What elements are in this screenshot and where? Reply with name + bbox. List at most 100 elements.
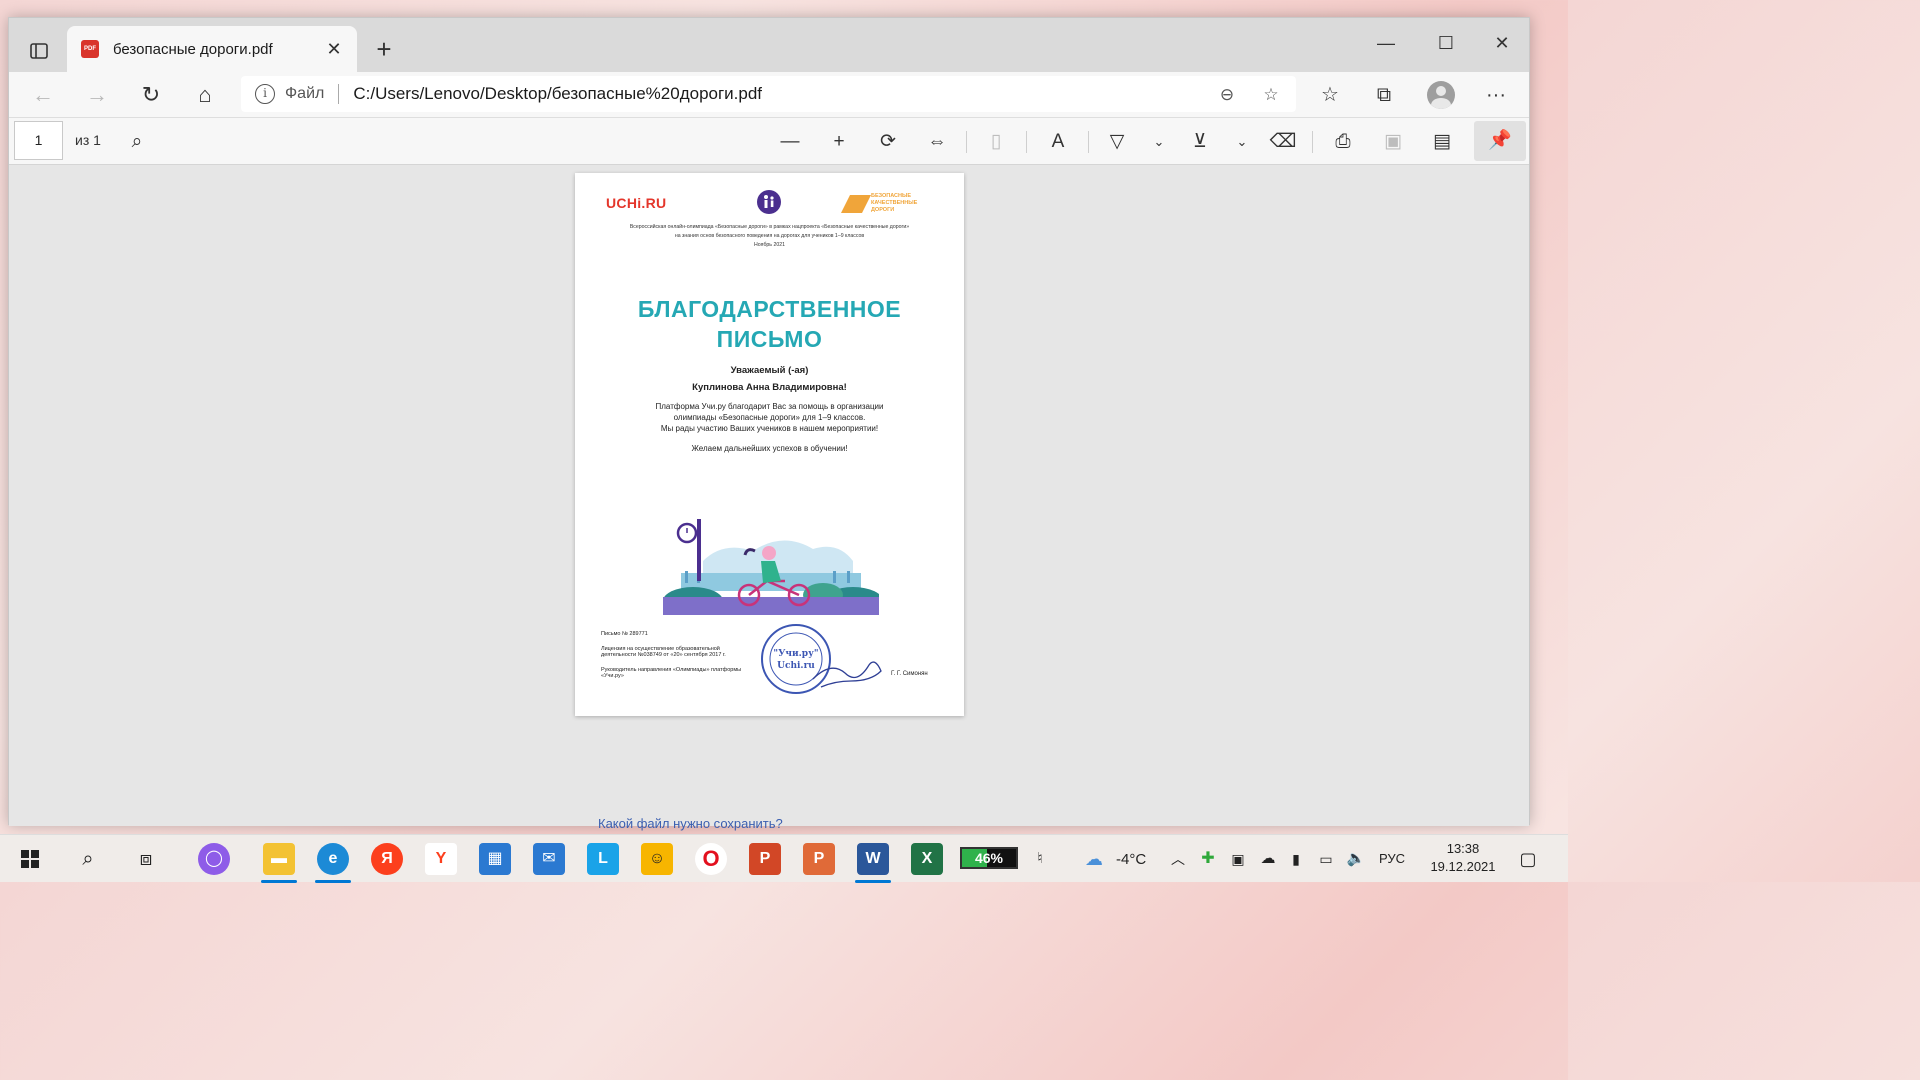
license-text: Лицензия на осуществление образовательно…: [601, 645, 726, 659]
draw-icon[interactable]: ▽: [1101, 126, 1133, 158]
zoom-out-icon[interactable]: ⊖: [1213, 82, 1241, 108]
add-favorite-icon[interactable]: ☆: [1257, 82, 1285, 108]
address-field[interactable]: i Файл C:/Users/Lenovo/Desktop/безопасны…: [241, 76, 1296, 112]
home-button[interactable]: ⌂: [187, 78, 223, 112]
mail-icon[interactable]: ✉: [533, 843, 565, 875]
fit-to-page-icon[interactable]: ⇔: [921, 126, 953, 158]
back-button[interactable]: ←: [25, 78, 61, 112]
store-icon[interactable]: ▦: [479, 843, 511, 875]
search-icon[interactable]: ⌕: [72, 843, 104, 875]
active-indicator: [855, 880, 891, 883]
letter-body: Платформа Учи.ру благодарит Вас за помощ…: [655, 402, 884, 433]
recipient-name: Куплинова Анна Владимировна!: [692, 382, 847, 393]
page-view-icon[interactable]: ▯: [980, 126, 1012, 158]
battery-percent: 46%: [974, 850, 1004, 866]
search-icon[interactable]: ⌕: [121, 126, 153, 158]
print-icon[interactable]: ⎙: [1327, 126, 1359, 158]
zoom-in-button[interactable]: +: [823, 126, 855, 158]
weather-temp[interactable]: -4°C: [1116, 851, 1146, 868]
save-icon[interactable]: ▣: [1377, 126, 1409, 158]
start-button[interactable]: [14, 843, 46, 875]
forward-button[interactable]: →: [79, 78, 115, 112]
salutation: Уважаемый (-ая) Куплинова Анна Владимиро…: [595, 362, 944, 396]
letter-wish: Желаем дальнейших успехов в обучении!: [691, 444, 848, 453]
background-page-snippet: Какой файл нужно сохранить?: [598, 816, 783, 831]
close-window-button[interactable]: ✕: [1477, 28, 1527, 58]
new-tab-button[interactable]: +: [369, 34, 399, 64]
volume-icon[interactable]: 🔈: [1340, 843, 1372, 875]
battery-tray-icon[interactable]: ▭: [1310, 843, 1342, 875]
yandex-icon[interactable]: Я: [371, 843, 403, 875]
games-icon[interactable]: ☺: [641, 843, 673, 875]
active-indicator: [315, 880, 351, 883]
signer-name: Г. Г. Симонян: [891, 671, 928, 677]
save-as-icon[interactable]: ▤: [1426, 126, 1458, 158]
presentation-icon[interactable]: P: [803, 843, 835, 875]
page-number-input[interactable]: 1: [14, 121, 63, 160]
info-icon[interactable]: i: [255, 84, 275, 104]
mic-tray-icon[interactable]: ▮: [1280, 843, 1312, 875]
read-aloud-icon[interactable]: A: [1042, 126, 1074, 158]
camera-icon[interactable]: ▣: [1222, 843, 1254, 875]
task-view-icon[interactable]: ⧈: [130, 843, 162, 875]
letter-header: Всероссийская онлайн-олимпиада «Безопасн…: [629, 224, 910, 248]
profile-avatar[interactable]: [1427, 81, 1455, 109]
notifications-icon[interactable]: ▢: [1512, 843, 1544, 875]
uchi-logo: UCHi.RU: [606, 195, 667, 211]
microphone-icon[interactable]: ♮: [1024, 843, 1056, 875]
rotate-icon[interactable]: ⟳: [872, 126, 904, 158]
excel-icon[interactable]: X: [911, 843, 943, 875]
signer-position: Руководитель направления «Олимпиады» пла…: [601, 666, 742, 680]
browser-window: PDF безопасные дороги.pdf ✕ + — ☐ ✕ ← → …: [8, 17, 1530, 826]
pin-toolbar-button[interactable]: 📌: [1474, 121, 1526, 161]
chevron-down-icon[interactable]: ⌄: [1143, 126, 1175, 158]
battery-widget[interactable]: 46%: [960, 847, 1018, 869]
edge-icon[interactable]: e: [317, 843, 349, 875]
letter-title: БЛАГОДАРСТВЕННОЕ ПИСЬМО: [637, 296, 902, 352]
antivirus-icon[interactable]: ✚: [1192, 843, 1224, 875]
clock-time: 13:38: [1446, 841, 1480, 856]
word-icon[interactable]: W: [857, 843, 889, 875]
alice-icon[interactable]: ◯: [198, 843, 230, 875]
weather-icon[interactable]: ☁: [1078, 843, 1110, 875]
tab-title: безопасные дороги.pdf: [113, 40, 273, 58]
address-bar-row: ← → ↻ ⌂ i Файл C:/Users/Lenovo/Desktop/б…: [9, 72, 1529, 118]
collections-icon[interactable]: ⧉: [1367, 78, 1401, 112]
chevron-up-icon[interactable]: ︿: [1162, 843, 1194, 875]
tab-active[interactable]: PDF безопасные дороги.pdf ✕: [67, 26, 357, 72]
chevron-down-icon[interactable]: ⌄: [1226, 126, 1258, 158]
maximize-button[interactable]: ☐: [1421, 28, 1471, 58]
pdf-toolbar: 1 из 1 ⌕ — + ⟳ ⇔ ▯ A ▽ ⌄ ⊻ ⌄ ⌫ ⎙ ▣ ▤ 📌: [9, 118, 1529, 165]
address-divider: [338, 84, 340, 104]
signature: [812, 661, 882, 688]
favorites-icon[interactable]: ☆: [1313, 78, 1347, 112]
tab-actions-icon: [30, 43, 48, 59]
highlight-icon[interactable]: ⊻: [1184, 126, 1216, 158]
olympiad-logo: [757, 190, 781, 214]
language-indicator[interactable]: РУС: [1379, 851, 1405, 866]
tab-bar: PDF безопасные дороги.pdf ✕ + — ☐ ✕: [9, 18, 1529, 72]
toolbar-divider: [1088, 131, 1089, 153]
toolbar-divider: [1312, 131, 1313, 153]
opera-icon[interactable]: O: [695, 843, 727, 875]
yandex-browser-icon[interactable]: Y: [425, 843, 457, 875]
clock-date: 19.12.2021: [1430, 859, 1496, 874]
letter-footer: Письмо № 289771 Лицензия на осуществлени…: [601, 631, 746, 688]
powerpoint-icon[interactable]: P: [749, 843, 781, 875]
file-explorer-icon[interactable]: ▬: [263, 843, 295, 875]
eraser-icon[interactable]: ⌫: [1267, 126, 1299, 158]
minimize-button[interactable]: —: [1361, 28, 1411, 58]
clock[interactable]: 13:38 19.12.2021: [1418, 840, 1508, 876]
refresh-button[interactable]: ↻: [133, 78, 169, 112]
toolbar-divider: [966, 131, 967, 153]
close-tab-icon[interactable]: ✕: [323, 39, 345, 60]
page-count-label: из 1: [75, 132, 101, 148]
launcher-icon[interactable]: L: [587, 843, 619, 875]
toolbar-divider: [1026, 131, 1027, 153]
settings-more-icon[interactable]: ···: [1479, 78, 1513, 112]
letter-number: Письмо № 289771: [601, 631, 648, 637]
pdf-viewer: UCHi.RU БЕЗОПАСНЫЕ КАЧЕСТВЕННЫЕ ДОРОГИ Вс…: [9, 166, 1529, 826]
zoom-out-button[interactable]: —: [774, 126, 806, 158]
pdf-file-icon: PDF: [81, 40, 99, 58]
tab-actions-button[interactable]: [17, 34, 61, 68]
